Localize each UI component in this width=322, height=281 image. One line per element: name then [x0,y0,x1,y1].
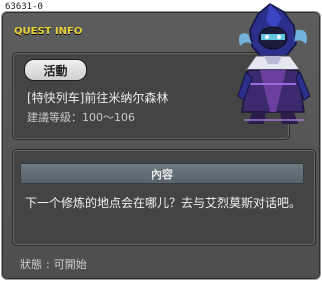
status-value: 可開始 [53,258,87,271]
quest-name: [特快列车]前往米纳尔森林 [27,91,169,105]
level-label: 建議等級 [27,111,71,124]
window-title: QUEST INFO [14,26,83,37]
content-body: 下一个修炼的地点会在哪儿？去与艾烈莫斯对话吧。 [25,196,302,210]
quest-status: 狀態: 可開始 [20,258,87,271]
npc-character-portrait [237,3,311,124]
content-panel: 內容 下一个修炼的地点会在哪儿？去与艾烈莫斯对话吧。 [12,149,316,246]
activity-badge: 活動 [24,59,87,81]
level-range: 100～106 [82,111,135,124]
quest-level: 建議等級：100～106 [27,111,135,124]
content-header: 內容 [20,163,304,184]
status-label: 狀態 [20,258,42,271]
